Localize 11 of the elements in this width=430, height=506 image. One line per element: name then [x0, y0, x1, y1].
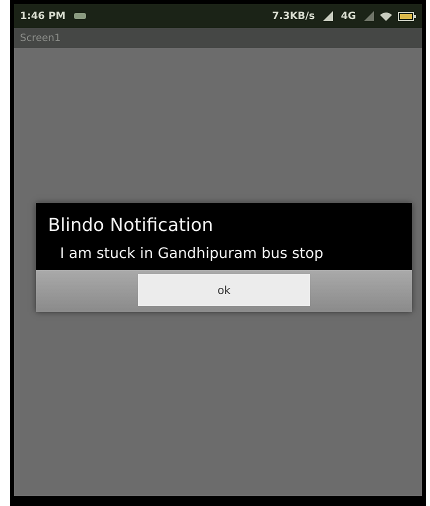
battery-icon — [398, 12, 416, 20]
signal-icon — [364, 11, 374, 21]
signal-icon — [322, 11, 333, 21]
screen-title: Screen1 — [20, 32, 61, 44]
ok-button[interactable]: ok — [138, 274, 310, 306]
wifi-icon — [380, 12, 392, 20]
network-speed: 7.3KB/s — [272, 10, 315, 22]
network-type: 4G — [340, 10, 356, 22]
dialog-message: I am stuck in Gandhipuram bus stop — [59, 246, 324, 262]
status-time: 1:46 PM — [20, 10, 66, 22]
dialog-title: Blindo Notification — [48, 215, 214, 236]
